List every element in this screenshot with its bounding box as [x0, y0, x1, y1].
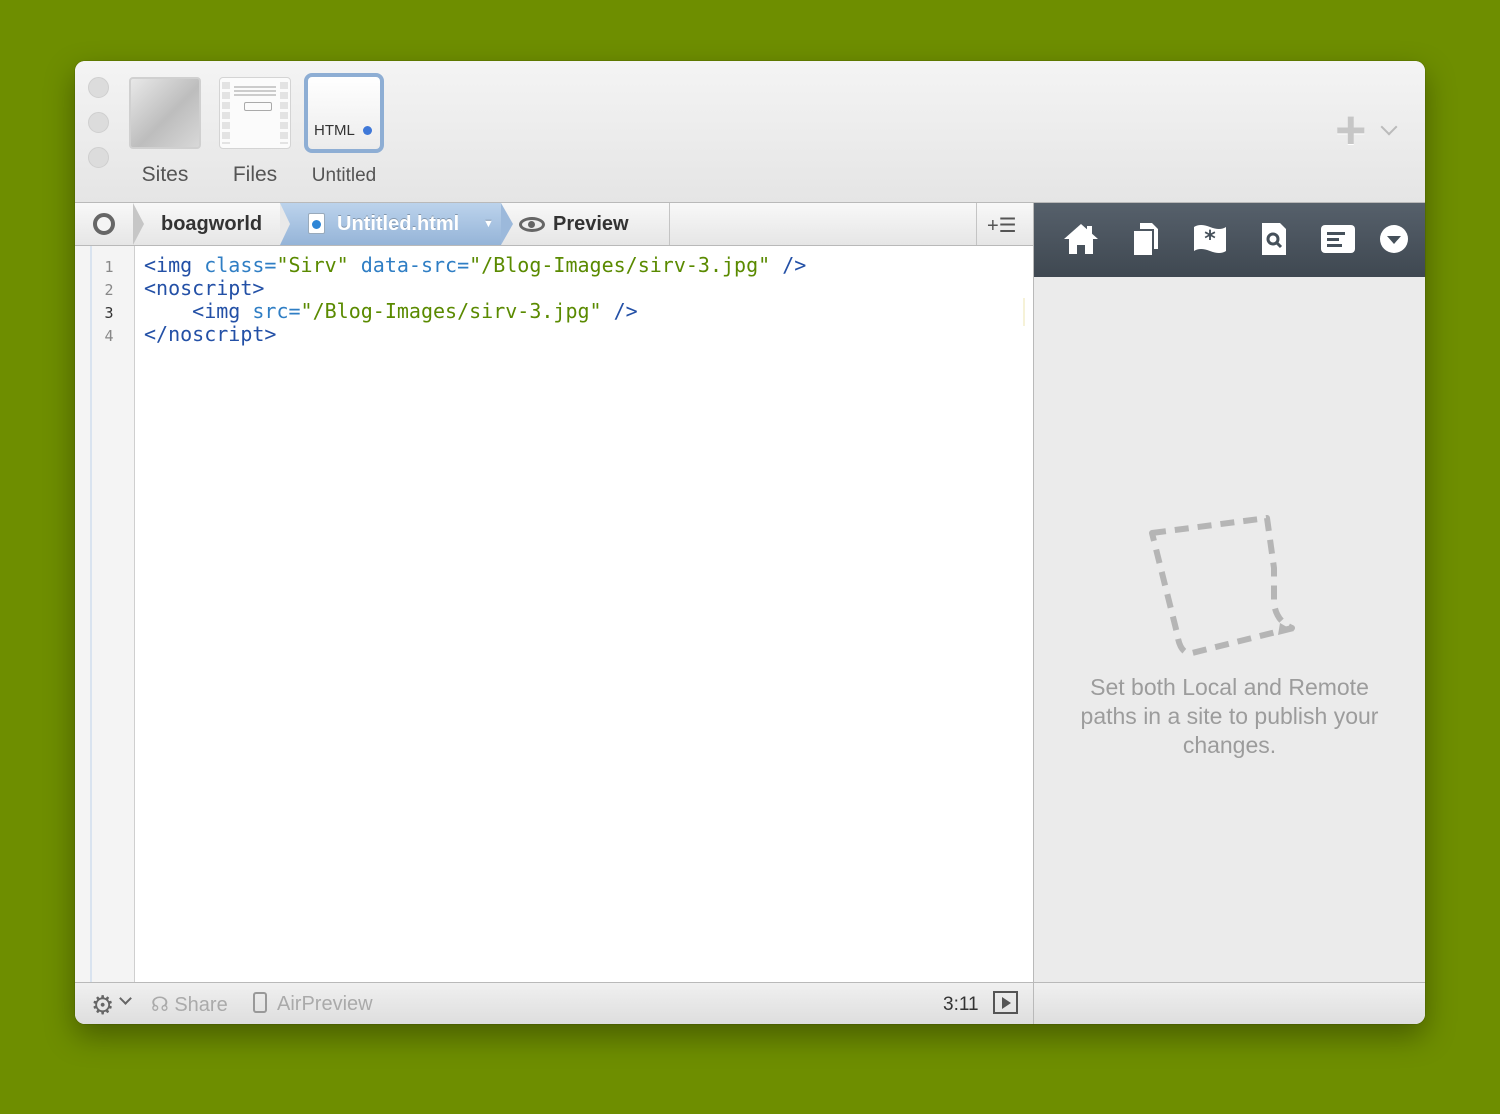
html-badge: HTML [314, 122, 355, 139]
line-number: 4 [104, 327, 114, 345]
zoom-window-button[interactable] [88, 147, 109, 168]
cursor-position: 3:11 [943, 994, 979, 1015]
minimize-window-button[interactable] [88, 112, 109, 133]
panel-status-bar [1034, 982, 1425, 1024]
line-gutter: 1 2 3 4 [75, 246, 135, 982]
play-icon[interactable] [993, 991, 1018, 1014]
sites-thumbnail [129, 77, 201, 149]
chevron-down-icon[interactable] [119, 992, 132, 1005]
add-list-icon[interactable]: +☰ [987, 213, 1017, 238]
device-icon [253, 992, 267, 1013]
dropdown-icon[interactable] [1374, 219, 1414, 259]
close-window-button[interactable] [88, 77, 109, 98]
breadcrumb-file[interactable]: Untitled.html ▼ [280, 203, 501, 245]
sites-tab[interactable]: Sites [127, 77, 203, 187]
publish-message: Set both Local and Remote paths in a sit… [1034, 673, 1425, 760]
share-button[interactable]: ☊ Share [151, 992, 228, 1017]
untitled-document-tab[interactable]: HTML Untitled [303, 73, 385, 187]
untitled-label: Untitled [311, 165, 377, 186]
message-line: changes. [1182, 732, 1277, 758]
caret-down-icon: ▼ [483, 218, 494, 230]
files-icon[interactable] [1126, 219, 1166, 259]
breadcrumb-site[interactable]: boagworld [161, 203, 262, 245]
path-bar: boagworld Untitled.html ▼ Preview +☰ [75, 203, 1033, 246]
line-number: 1 [104, 258, 114, 276]
toolbar: Sites Files HTML Untitled + [75, 61, 1425, 203]
airpreview-label: AirPreview [277, 993, 373, 1015]
divider [669, 203, 670, 245]
code-line[interactable]: <noscript> [144, 277, 806, 300]
preview-button[interactable]: Preview [519, 203, 629, 245]
line-number: 2 [104, 281, 114, 299]
sites-label: Sites [141, 163, 189, 186]
plus-icon: + [1335, 100, 1367, 160]
svg-text:*: * [1204, 227, 1216, 252]
code-editor[interactable]: 1 2 3 4 <img class="Sirv" data-src="/Blo… [75, 246, 1033, 982]
code-line[interactable]: <img src="/Blog-Images/sirv-3.jpg" /> [144, 300, 806, 323]
gear-icon[interactable]: ⚙ [91, 990, 114, 1021]
file-name: Untitled.html [337, 213, 460, 235]
eye-icon [519, 217, 545, 232]
html-file-icon [308, 213, 325, 234]
message-line: Set both Local and Remote [1090, 674, 1369, 700]
current-line-marker [1023, 298, 1025, 326]
files-label: Files [232, 163, 278, 186]
symbols-icon[interactable] [1318, 219, 1358, 259]
line-number: 3 [104, 304, 114, 322]
toggle-sidebar-icon[interactable] [93, 213, 115, 235]
app-window: Sites Files HTML Untitled + boagworld Un… [75, 61, 1425, 1024]
clips-icon[interactable]: * [1190, 219, 1230, 259]
panel-toolbar: * [1034, 203, 1425, 277]
html-document-thumbnail: HTML [304, 73, 384, 153]
search-icon[interactable] [1254, 219, 1294, 259]
home-icon[interactable] [1061, 219, 1101, 259]
add-button[interactable]: + [1335, 100, 1405, 160]
airpreview-button[interactable]: AirPreview [253, 992, 373, 1016]
publish-placeholder-icon [1149, 515, 1295, 657]
breadcrumb-separator [280, 203, 290, 245]
publish-panel: * Set both Local and Remote paths in a s… [1034, 203, 1425, 982]
chevron-down-icon [1380, 118, 1398, 136]
breadcrumb-separator [501, 203, 513, 245]
status-bar: ⚙ ☊ Share AirPreview 3:11 [75, 982, 1033, 1024]
preview-label: Preview [553, 213, 629, 235]
wifi-share-icon: ☊ [151, 994, 169, 1016]
message-line: paths in a site to publish your [1080, 703, 1379, 729]
files-tab[interactable]: Files [216, 77, 294, 187]
files-thumbnail [219, 77, 291, 149]
unsaved-dot-icon [363, 126, 372, 135]
code-line[interactable]: <img class="Sirv" data-src="/Blog-Images… [144, 254, 806, 277]
code-line[interactable]: </noscript> [144, 323, 806, 346]
share-label: Share [174, 994, 228, 1016]
divider [976, 203, 977, 245]
breadcrumb-separator [133, 203, 144, 245]
code-text[interactable]: <img class="Sirv" data-src="/Blog-Images… [144, 254, 806, 346]
